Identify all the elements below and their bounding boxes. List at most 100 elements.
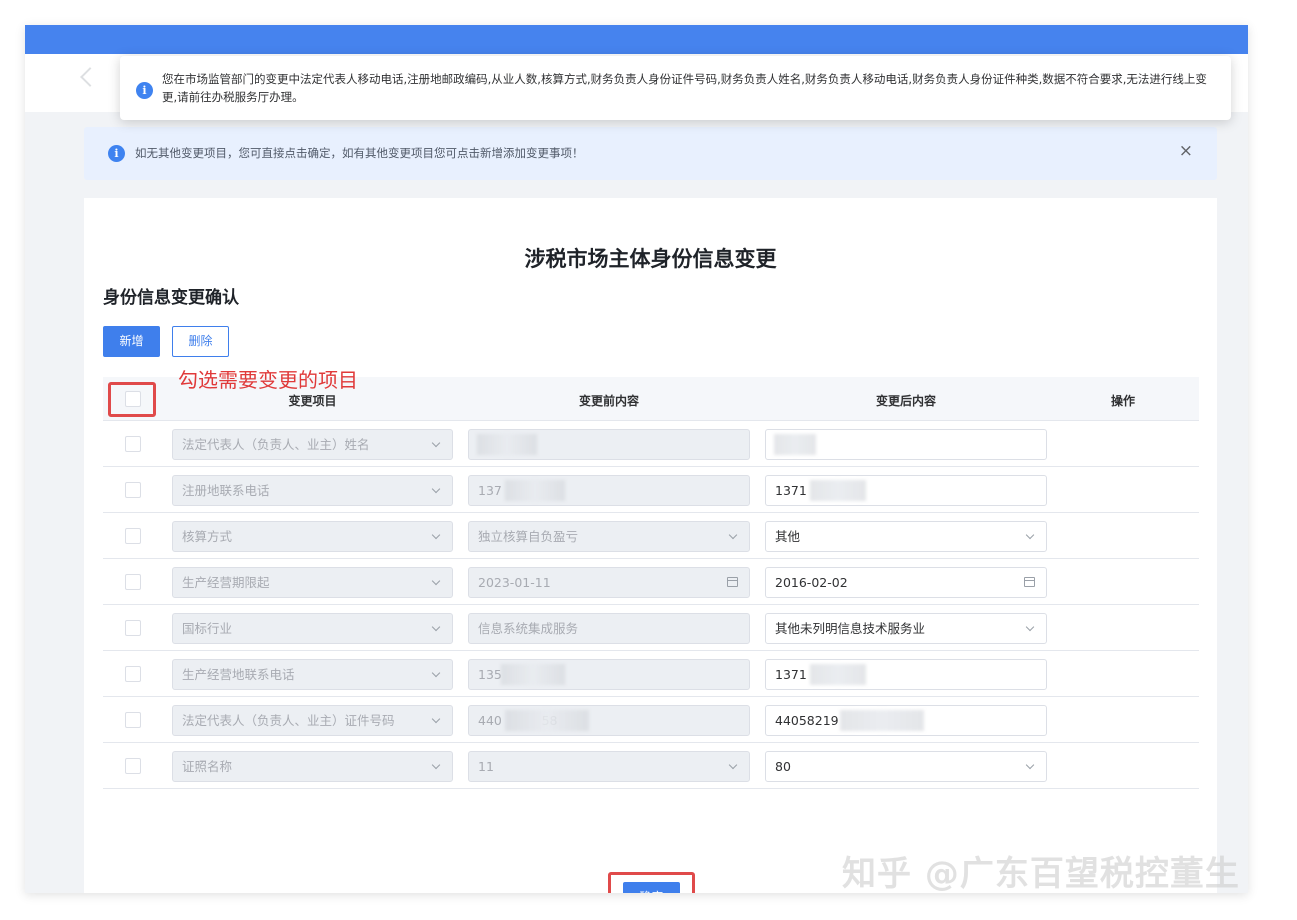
row-checkbox[interactable] (125, 528, 141, 544)
table-row: 核算方式 独立核算自负盈亏 其他 (103, 513, 1199, 559)
row-checkbox[interactable] (125, 436, 141, 452)
row-checkbox[interactable] (125, 758, 141, 774)
chevron-down-icon (431, 438, 441, 448)
change-item-select[interactable]: 证照名称 (172, 751, 453, 782)
notice-text: 如无其他变更项目，您可直接点击确定，如有其他变更项目您可点击新增添加变更事项！ (135, 146, 584, 160)
redaction-blur (810, 664, 866, 685)
chevron-down-icon (431, 484, 441, 494)
after-content-input[interactable]: 1371 (765, 475, 1047, 506)
table-row: 生产经营期限起 2023-01-11 2016-02-02 (103, 559, 1199, 605)
before-content-field (468, 429, 750, 460)
page-title: 涉税市场主体身份信息变更 (524, 247, 777, 271)
after-value: 1371 (775, 667, 807, 682)
calendar-icon[interactable] (1024, 577, 1035, 587)
after-content-select[interactable]: 80 (765, 751, 1047, 782)
after-content-select[interactable]: 其他未列明信息技术服务业 (765, 613, 1047, 644)
row-checkbox[interactable] (125, 482, 141, 498)
redaction-blur (501, 664, 565, 685)
row-checkbox[interactable] (125, 666, 141, 682)
chevron-down-icon (728, 530, 738, 540)
row-checkbox[interactable] (125, 574, 141, 590)
redaction-blur (505, 480, 565, 501)
before-value: 135 (478, 667, 502, 682)
change-item-select[interactable]: 国标行业 (172, 613, 453, 644)
after-content-input[interactable]: 1371 (765, 659, 1047, 690)
change-item-select[interactable]: 生产经营地联系电话 (172, 659, 453, 690)
toast-message: 您在市场监管部门的变更中法定代表人移动电话,注册地邮政编码,从业人数,核算方式,… (162, 72, 1207, 104)
change-form-card: 涉税市场主体身份信息变更 身份信息变更确认 新增 删除 变更项目 变更前内容 变… (84, 198, 1217, 893)
before-value: 独立核算自负盈亏 (478, 529, 579, 544)
before-date-field: 2023-01-11 (468, 567, 750, 598)
chevron-down-icon (431, 530, 441, 540)
change-items-table: 变更项目 变更前内容 变更后内容 操作 法定代表人（负责人、业主）姓名 注册地联… (103, 377, 1199, 789)
change-item-select[interactable]: 法定代表人（负责人、业主）证件号码 (172, 705, 453, 736)
checkbox-highlight-box (108, 382, 156, 417)
after-value: 80 (775, 759, 791, 774)
redaction-blur (505, 710, 589, 731)
header-change-item: 变更项目 (288, 394, 337, 408)
change-item-select[interactable]: 生产经营期限起 (172, 567, 453, 598)
change-item-select[interactable]: 注册地联系电话 (172, 475, 453, 506)
after-content-select[interactable]: 其他 (765, 521, 1047, 552)
chevron-down-icon (728, 760, 738, 770)
after-value: 其他未列明信息技术服务业 (775, 621, 926, 636)
change-item-value: 法定代表人（负责人、业主）证件号码 (182, 713, 395, 728)
chevron-down-icon (1025, 530, 1035, 540)
change-item-value: 生产经营地联系电话 (182, 667, 295, 682)
chevron-down-icon (431, 714, 441, 724)
change-item-value: 国标行业 (182, 621, 233, 636)
header-before-content: 变更前内容 (578, 394, 639, 408)
before-value: 信息系统集成服务 (478, 621, 579, 636)
change-item-value: 生产经营期限起 (182, 575, 270, 590)
redaction-blur (477, 434, 537, 455)
chevron-down-icon (431, 576, 441, 586)
redaction-blur (774, 434, 816, 455)
before-value: 2023-01-11 (478, 575, 551, 590)
chevron-down-icon (1025, 760, 1035, 770)
redaction-blur (840, 710, 924, 731)
close-icon[interactable]: × (1179, 141, 1193, 161)
screenshot-stage: i 如无其他变更项目，您可直接点击确定，如有其他变更项目您可点击新增添加变更事项… (0, 0, 1297, 920)
delete-button[interactable]: 删除 (172, 326, 229, 357)
chevron-down-icon (431, 668, 441, 678)
chevron-down-icon (1025, 622, 1035, 632)
warning-toast: i 您在市场监管部门的变更中法定代表人移动电话,注册地邮政编码,从业人数,核算方… (120, 56, 1231, 120)
after-content-input[interactable] (765, 429, 1047, 460)
redaction-blur (810, 480, 866, 501)
table-row: 注册地联系电话 137 1371 (103, 467, 1199, 513)
before-content-select: 11 (468, 751, 750, 782)
before-content-select: 独立核算自负盈亏 (468, 521, 750, 552)
table-row: 生产经营地联系电话 135 1371 (103, 651, 1199, 697)
change-item-value: 注册地联系电话 (182, 483, 270, 498)
section-title: 身份信息变更确认 (103, 288, 239, 308)
add-button[interactable]: 新增 (103, 326, 160, 357)
info-icon: i (136, 82, 153, 99)
confirm-highlight-box: 确定 (608, 872, 695, 893)
chevron-down-icon (431, 760, 441, 770)
info-icon: i (108, 145, 125, 162)
confirm-button[interactable]: 确定 (623, 882, 680, 893)
app-window: i 如无其他变更项目，您可直接点击确定，如有其他变更项目您可点击新增添加变更事项… (25, 25, 1248, 893)
table-row: 法定代表人（负责人、业主）姓名 (103, 421, 1199, 467)
change-item-select[interactable]: 法定代表人（负责人、业主）姓名 (172, 429, 453, 460)
after-date-picker[interactable]: 2016-02-02 (765, 567, 1047, 598)
before-content-field: 440 58 (468, 705, 750, 736)
top-navigation-bar (25, 25, 1248, 54)
change-item-select[interactable]: 核算方式 (172, 521, 453, 552)
before-value: 137 (478, 483, 502, 498)
change-item-value: 法定代表人（负责人、业主）姓名 (182, 437, 370, 452)
annotation-label: 勾选需要变更的项目 (178, 368, 358, 392)
table-row: 证照名称 11 80 (103, 743, 1199, 789)
header-after-content: 变更后内容 (875, 394, 936, 408)
table-row: 国标行业 信息系统集成服务 其他未列明信息技术服务业 (103, 605, 1199, 651)
change-item-value: 核算方式 (182, 529, 233, 544)
info-notice-banner: i 如无其他变更项目，您可直接点击确定，如有其他变更项目您可点击新增添加变更事项… (84, 127, 1217, 180)
table-row: 法定代表人（负责人、业主）证件号码 440 58 44058219 (103, 697, 1199, 743)
before-content-field: 137 (468, 475, 750, 506)
row-checkbox[interactable] (125, 620, 141, 636)
row-checkbox[interactable] (125, 712, 141, 728)
change-item-value: 证照名称 (182, 759, 233, 774)
after-content-input[interactable]: 44058219 (765, 705, 1047, 736)
after-value: 其他 (775, 529, 801, 544)
before-content-field: 信息系统集成服务 (468, 613, 750, 644)
